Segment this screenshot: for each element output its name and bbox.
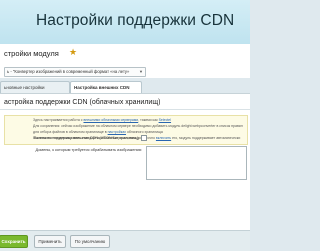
cloud-servers-link[interactable]: внешними облачными серверами: [83, 118, 138, 122]
notice-text: его, модуль поддерживает автоматически: [171, 136, 241, 140]
notice-text: облачного хранилища: [126, 130, 163, 134]
domains-textarea[interactable]: [146, 146, 247, 180]
tab-external-cdn[interactable]: Настройка внешних CDN: [70, 81, 142, 93]
module-header: стройки модуля ★: [0, 44, 250, 66]
divider: [0, 109, 250, 110]
enable-cdn-label: Включить поддержку внешних CDN (облачных…: [34, 135, 140, 140]
settings-tabs: ьновные настройки Настройка внешних CDN: [0, 80, 250, 93]
form-footer: Сохранить Применить По умолчанию: [0, 230, 250, 251]
module-selector[interactable]: ь - "Конвертер изображений в современный…: [4, 67, 146, 77]
notice-line-3: для отбора файлов в облачном хранилище в…: [33, 130, 163, 134]
notice-line-1: Здесь настраивается работа с внешними об…: [33, 118, 171, 122]
notice-text: , такими как: [138, 118, 159, 122]
notice-text: для отбора файлов в облачном хранилище в: [33, 130, 108, 134]
enable-cdn-checkbox[interactable]: [141, 135, 147, 141]
module-selector-row: ь - "Конвертер изображений в современный…: [0, 66, 250, 78]
default-button[interactable]: По умолчанию: [70, 235, 110, 248]
panel-title: астройка поддержки CDN (облачных хранили…: [4, 99, 161, 106]
storage-settings-link[interactable]: настройках: [108, 130, 126, 134]
module-selector-value: ь - "Конвертер изображений в современный…: [7, 69, 130, 74]
chevron-down-icon: ▼: [139, 69, 143, 74]
domains-label: Домены, к которым требуется обрабатывать…: [35, 147, 142, 152]
page-banner: Настройки поддержки CDN: [0, 0, 250, 44]
page-title: Настройки поддержки CDN: [36, 12, 235, 29]
tab-main-settings[interactable]: ьновные настройки: [0, 81, 70, 93]
enable-cdn-link[interactable]: включить: [156, 136, 171, 140]
notice-text: Здесь настраивается работа с: [33, 118, 84, 122]
save-button[interactable]: Сохранить: [0, 235, 28, 248]
selectel-link[interactable]: Selectel: [159, 118, 171, 122]
module-title: стройки модуля: [4, 49, 59, 58]
info-notice: Здесь настраивается работа с внешними об…: [4, 115, 248, 145]
apply-button[interactable]: Применить: [34, 235, 66, 248]
notice-line-2: Для сохранения: сейчас изображение на об…: [33, 124, 243, 128]
favorite-star-icon[interactable]: ★: [69, 47, 77, 58]
